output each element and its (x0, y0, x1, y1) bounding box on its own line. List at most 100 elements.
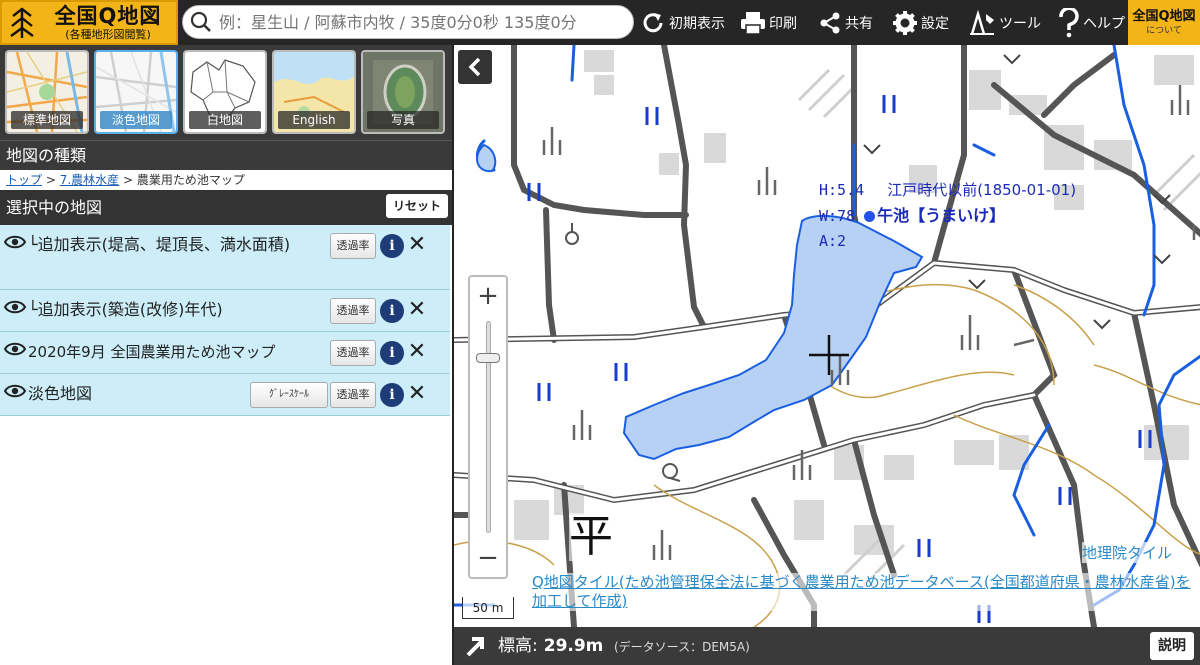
breadcrumb: トップ > 7.農林水産 > 農業用ため池マップ (0, 170, 452, 190)
pond-name: 午池【うまいけ】 (877, 206, 1006, 225)
place-name-label: 平 (569, 511, 613, 562)
attribution-detail[interactable]: (ため池管理保全法に基づく農業用ため池データベース(全国都道府県・農林水産省)を… (532, 573, 1191, 610)
layer-item[interactable]: └追加表示(築造(改修)年代) 透過率 i ✕ (0, 290, 450, 332)
expand-arrow-icon[interactable] (464, 635, 486, 657)
map-type-header: 地図の種類 (0, 140, 452, 170)
chevron-left-icon (468, 57, 481, 77)
selected-maps-title: 選択中の地図 (6, 198, 103, 217)
print-label: 印刷 (769, 15, 797, 32)
gear-icon (893, 10, 917, 35)
opacity-button[interactable]: 透過率 (330, 340, 376, 366)
share-label: 共有 (845, 15, 873, 32)
opacity-button[interactable]: 透過率 (330, 298, 376, 324)
pond-area: A:2 (819, 232, 847, 250)
info-icon[interactable]: i (380, 383, 404, 407)
layer-name: └追加表示(堤高、堤頂長、満水面積) (28, 235, 291, 254)
layer-name: 淡色地図 (28, 384, 93, 403)
search-box (182, 5, 634, 39)
basemap-photo-label: 写真 (367, 111, 439, 129)
layer-name: └追加表示(築造(改修)年代) (28, 300, 223, 319)
close-icon[interactable]: ✕ (406, 297, 428, 323)
selected-maps-header: 選択中の地図 リセット (0, 190, 452, 225)
pond-point-icon (864, 211, 876, 222)
search-icon[interactable] (183, 6, 219, 38)
refresh-icon (643, 12, 663, 32)
initial-view-label: 初期表示 (669, 15, 725, 32)
close-icon[interactable]: ✕ (406, 381, 428, 407)
sidebar: 標準地図 淡色地図 白地図 English 写真 地図の種類 トップ > 7.農… (0, 45, 452, 665)
map-view[interactable]: 平 H:5.4 江戸時代以前(1850-01-01) W:78 午池【うまいけ】… (452, 45, 1200, 627)
layer-name: 2020年9月 全国農業用ため池マップ (28, 343, 276, 361)
settings-button[interactable]: 設定 (892, 0, 949, 45)
visibility-eye-icon[interactable] (4, 234, 26, 250)
elevation-label: 標高: (498, 636, 538, 656)
about-title: 全国Q地図 (1132, 8, 1196, 24)
close-icon[interactable]: ✕ (406, 339, 428, 365)
zoom-control: + − (468, 275, 508, 579)
selected-layer-list: └追加表示(堤高、堤頂長、満水面積) 透過率 i ✕ └追加表示(築造(改修)年… (0, 225, 452, 416)
print-button[interactable]: 印刷 (740, 0, 797, 45)
question-mark-icon (1059, 7, 1079, 37)
breadcrumb-category-link[interactable]: 7.農林水産 (60, 173, 119, 187)
initial-view-button[interactable]: 初期表示 (640, 0, 725, 45)
explanation-button[interactable]: 説明 (1150, 632, 1194, 660)
basemap-pale[interactable]: 淡色地図 (94, 50, 178, 134)
pond-height: H:5.4 (819, 181, 865, 199)
elevation-source: (データソース：DEM5A) (614, 640, 750, 654)
search-input[interactable] (219, 12, 629, 32)
app-subtitle: (各種地形図閲覧) (65, 28, 151, 41)
basemap-english[interactable]: English (272, 50, 356, 134)
app-logo[interactable]: 全国Q地図 (各種地形図閲覧) (0, 0, 178, 45)
basemap-english-label: English (278, 111, 350, 129)
visibility-eye-icon[interactable] (4, 383, 26, 399)
breadcrumb-separator: > (123, 173, 134, 187)
layer-item[interactable]: 2020年9月 全国農業用ため池マップ 透過率 i ✕ (0, 332, 450, 374)
basemap-selector: 標準地図 淡色地図 白地図 English 写真 (0, 45, 452, 140)
help-button[interactable]: ヘルプ (1058, 0, 1125, 45)
elevation-bar: 標高: 29.9m (データソース：DEM5A) 説明 (452, 627, 1200, 665)
layer-item[interactable]: └追加表示(堤高、堤頂長、満水面積) 透過率 i ✕ (0, 225, 450, 290)
settings-label: 設定 (921, 15, 949, 32)
basemap-standard[interactable]: 標準地図 (5, 50, 89, 134)
zoom-slider-handle[interactable] (476, 353, 500, 363)
app-logo-mark-icon (2, 2, 42, 43)
app-title: 全国Q地図 (54, 4, 162, 28)
printer-icon (741, 11, 765, 35)
reset-button[interactable]: リセット (385, 194, 448, 218)
tools-label: ツール (999, 15, 1041, 32)
breadcrumb-current: 農業用ため池マップ (136, 173, 245, 187)
close-icon[interactable]: ✕ (406, 232, 428, 258)
basemap-pale-label: 淡色地図 (100, 111, 172, 129)
share-icon (820, 12, 840, 33)
grayscale-button[interactable]: ｸﾞﾚｰｽｹｰﾙ (250, 382, 328, 408)
opacity-button[interactable]: 透過率 (330, 233, 376, 259)
breadcrumb-top-link[interactable]: トップ (6, 173, 42, 187)
basemap-standard-label: 標準地図 (11, 111, 83, 129)
elevation-value: 29.9m (543, 636, 604, 656)
elevation-readout: 標高: 29.9m (498, 627, 603, 665)
pond-width: W:78 (819, 207, 856, 225)
tools-button[interactable]: ツール (968, 0, 1041, 45)
basemap-blank[interactable]: 白地図 (183, 50, 267, 134)
attribution-gsi-tile[interactable]: 地理院タイル (1082, 542, 1173, 563)
info-icon[interactable]: i (380, 299, 404, 323)
basemap-photo[interactable]: 写真 (361, 50, 445, 134)
map-canvas[interactable] (454, 45, 1200, 627)
layer-item[interactable]: 淡色地図 ｸﾞﾚｰｽｹｰﾙ 透過率 i ✕ (0, 374, 450, 416)
opacity-button[interactable]: 透過率 (330, 382, 376, 408)
top-toolbar: 全国Q地図 (各種地形図閲覧) 初期表示 印刷 共有 設定 ツール ヘルプ 全国… (0, 0, 1200, 45)
tools-icon (970, 9, 994, 35)
info-icon[interactable]: i (380, 341, 404, 365)
about-button[interactable]: 全国Q地図 について (1128, 0, 1200, 45)
zoom-in-button[interactable]: + (470, 279, 506, 313)
pond-info-label[interactable]: H:5.4 江戸時代以前(1850-01-01) W:78 午池【うまいけ】 A… (819, 178, 1076, 254)
visibility-eye-icon[interactable] (4, 341, 26, 357)
info-icon[interactable]: i (380, 234, 404, 258)
basemap-blank-label: 白地図 (189, 111, 261, 129)
about-subtitle: について (1146, 25, 1182, 36)
visibility-eye-icon[interactable] (4, 299, 26, 315)
collapse-sidebar-button[interactable] (458, 50, 492, 84)
share-button[interactable]: 共有 (818, 0, 873, 45)
attribution-link[interactable]: Q地図タイル (532, 573, 619, 591)
zoom-out-button[interactable]: − (470, 541, 506, 575)
